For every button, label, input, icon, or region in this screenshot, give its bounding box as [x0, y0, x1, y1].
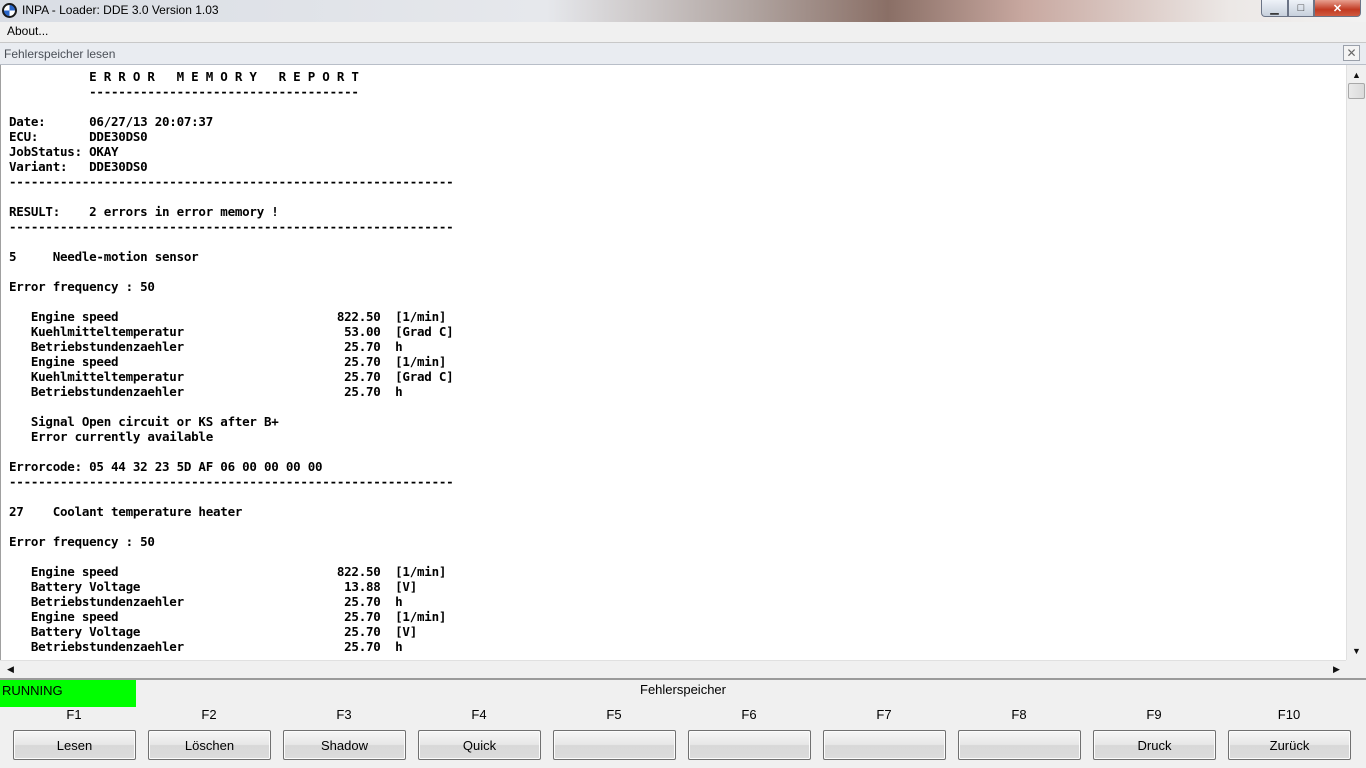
- vertical-scrollbar[interactable]: ▲ ▼: [1346, 65, 1366, 660]
- function-button-f8[interactable]: [958, 730, 1081, 760]
- function-button-f6[interactable]: [688, 730, 811, 760]
- scroll-left-icon: ◀: [7, 664, 14, 674]
- scroll-down-button[interactable]: ▼: [1348, 642, 1365, 659]
- maximize-icon: □: [1297, 2, 1305, 14]
- horizontal-scrollbar[interactable]: ◀ ▶: [0, 660, 1346, 679]
- scroll-left-button[interactable]: ◀: [2, 661, 19, 678]
- function-button-f9[interactable]: Druck: [1093, 730, 1216, 760]
- function-button-f10[interactable]: Zurück: [1228, 730, 1351, 760]
- function-button-f4[interactable]: Quick: [418, 730, 541, 760]
- error-memory-report: E R R O R M E M O R Y R E P O R T ------…: [9, 69, 454, 654]
- function-key-label-f7: F7: [876, 707, 892, 722]
- function-button-f1[interactable]: Lesen: [13, 730, 136, 760]
- minimize-icon: ▁: [1270, 2, 1279, 15]
- scroll-down-icon: ▼: [1352, 645, 1361, 656]
- close-icon: ✕: [1346, 46, 1357, 60]
- menu-bar: About...: [0, 22, 1366, 43]
- scroll-up-button[interactable]: ▲: [1348, 66, 1365, 83]
- function-key-label-f1: F1: [66, 707, 82, 722]
- scroll-right-button[interactable]: ▶: [1328, 661, 1345, 678]
- vertical-scroll-thumb[interactable]: [1348, 83, 1365, 99]
- report-text-area[interactable]: E R R O R M E M O R Y R E P O R T ------…: [0, 65, 1347, 660]
- function-button-f5[interactable]: [553, 730, 676, 760]
- maximize-button[interactable]: □: [1288, 0, 1314, 17]
- minimize-button[interactable]: ▁: [1261, 0, 1288, 17]
- scroll-right-icon: ▶: [1333, 664, 1340, 674]
- document-titlebar: Fehlerspeicher lesen ✕: [0, 43, 1366, 65]
- window-title: INPA - Loader: DDE 3.0 Version 1.03: [22, 3, 219, 17]
- scroll-up-icon: ▲: [1352, 69, 1361, 80]
- function-key-label-f3: F3: [336, 707, 352, 722]
- function-key-label-f10: F10: [1277, 707, 1301, 722]
- function-button-f7[interactable]: [823, 730, 946, 760]
- function-key-label-f6: F6: [741, 707, 757, 722]
- function-key-label-f2: F2: [201, 707, 217, 722]
- function-button-f2[interactable]: Löschen: [148, 730, 271, 760]
- function-button-f3[interactable]: Shadow: [283, 730, 406, 760]
- menu-item-about[interactable]: About...: [7, 24, 48, 38]
- bmw-logo-icon: [2, 3, 17, 18]
- scrollbar-corner: [1346, 660, 1366, 678]
- function-key-label-f5: F5: [606, 707, 622, 722]
- function-key-label-f8: F8: [1011, 707, 1027, 722]
- document-title: Fehlerspeicher lesen: [4, 47, 116, 61]
- close-window-button[interactable]: ✕: [1314, 0, 1361, 17]
- window-titlebar: INPA - Loader: DDE 3.0 Version 1.03 ▁ □ …: [0, 0, 1366, 23]
- function-key-label-f9: F9: [1146, 707, 1162, 722]
- close-icon: ✕: [1332, 2, 1343, 15]
- panel-title: Fehlerspeicher: [640, 682, 726, 697]
- document-close-button[interactable]: ✕: [1343, 45, 1360, 61]
- function-key-label-f4: F4: [471, 707, 487, 722]
